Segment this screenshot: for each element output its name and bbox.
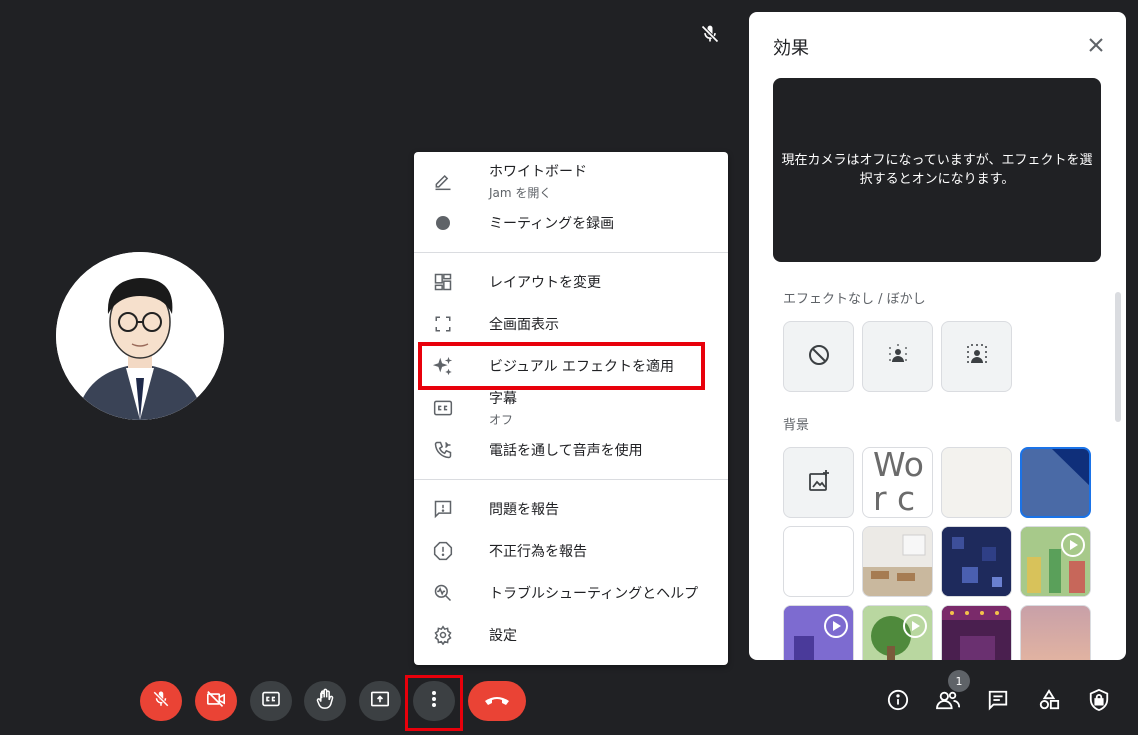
background-tile-video-tree[interactable]: [862, 605, 933, 660]
menu-item-fullscreen[interactable]: 全画面表示: [414, 303, 728, 345]
sparkle-icon: [432, 355, 454, 377]
menu-label: ミーティングを録画: [489, 216, 615, 232]
mic-off-icon: [700, 24, 720, 44]
shield-lock-icon: [1088, 688, 1110, 716]
menu-item-whiteboard[interactable]: ホワイトボード Jam を開く: [414, 160, 728, 202]
menu-item-change-layout[interactable]: レイアウトを変更: [414, 261, 728, 303]
present-icon: [370, 690, 390, 712]
background-tile-video-garden[interactable]: [1020, 526, 1091, 597]
people-icon: [936, 689, 960, 715]
effect-none-tile[interactable]: [783, 321, 854, 392]
menu-sublabel: オフ: [489, 413, 514, 427]
effects-panel: 効果 現在カメラはオフになっていますが、エフェクトを選択するとオンになります。 …: [749, 12, 1126, 660]
fullscreen-icon: [432, 313, 454, 335]
info-icon: [887, 689, 909, 715]
troubleshoot-icon: [432, 582, 454, 604]
menu-divider: [414, 252, 728, 253]
activities-button[interactable]: [1036, 689, 1062, 715]
hand-icon: [315, 688, 335, 714]
add-image-icon: [807, 469, 831, 497]
background-tile-sunset[interactable]: [1020, 605, 1091, 660]
menu-label: ビジュアル エフェクトを適用: [489, 359, 675, 375]
more-vert-icon: [431, 690, 437, 712]
background-tile-white[interactable]: [783, 526, 854, 597]
background-tile-theater[interactable]: [941, 605, 1012, 660]
section-label-background: 背景: [783, 418, 810, 433]
menu-item-record[interactable]: ミーティングを録画: [414, 202, 728, 244]
report-icon: [432, 540, 454, 562]
preview-message: 現在カメラはオフになっていますが、エフェクトを選択するとオンになります。: [781, 153, 1093, 187]
menu-item-report-problem[interactable]: 問題を報告: [414, 488, 728, 530]
background-tile-video-purple[interactable]: [783, 605, 854, 660]
menu-sublabel: Jam を開く: [489, 186, 552, 200]
menu-item-visual-effects[interactable]: ビジュアル エフェクトを適用: [414, 345, 728, 387]
effect-blur-tile[interactable]: [941, 321, 1012, 392]
menu-divider: [414, 479, 728, 480]
participant-avatar: [56, 252, 224, 420]
background-tile-text[interactable]: Wor catio: [862, 447, 933, 518]
menu-label: レイアウトを変更: [489, 275, 601, 291]
camera-preview: 現在カメラはオフになっていますが、エフェクトを選択するとオンになります。: [773, 78, 1101, 262]
feedback-icon: [432, 498, 454, 520]
camera-off-icon: [206, 690, 226, 712]
participants-button[interactable]: [935, 689, 961, 715]
panel-scrollbar[interactable]: [1115, 292, 1121, 422]
pencil-icon: [432, 170, 454, 192]
menu-item-captions[interactable]: 字幕 オフ: [414, 387, 728, 429]
blur-icon: [964, 342, 990, 372]
menu-item-settings[interactable]: 設定: [414, 614, 728, 656]
meeting-info-button[interactable]: [885, 689, 911, 715]
menu-label: 字幕: [489, 391, 517, 407]
camera-toggle-button[interactable]: [195, 681, 237, 721]
leave-call-button[interactable]: [468, 681, 526, 721]
menu-label: ホワイトボード: [489, 164, 587, 180]
menu-label: 全画面表示: [489, 317, 559, 333]
chat-icon: [987, 689, 1009, 715]
captions-icon: [432, 397, 454, 419]
background-tile-caption: Wor catio: [873, 447, 924, 518]
section-label-blur: エフェクトなし / ぼかし: [783, 292, 926, 307]
panel-title: 効果: [773, 38, 809, 59]
more-options-menu: ホワイトボード Jam を開く ミーティングを録画 レイアウトを変更 全画面表示…: [414, 152, 728, 665]
menu-label: 設定: [489, 628, 517, 644]
close-icon[interactable]: [1085, 34, 1107, 56]
more-options-button[interactable]: [413, 681, 455, 721]
raise-hand-button[interactable]: [304, 681, 346, 721]
background-tile-classroom[interactable]: [862, 526, 933, 597]
mic-off-icon: [152, 690, 170, 712]
menu-label: 問題を報告: [489, 502, 559, 518]
host-controls-button[interactable]: [1086, 688, 1112, 716]
shapes-icon: [1038, 689, 1060, 715]
menu-item-troubleshoot[interactable]: トラブルシューティングとヘルプ: [414, 572, 728, 614]
mic-toggle-button[interactable]: [140, 681, 182, 721]
chat-button[interactable]: [985, 689, 1011, 715]
layout-icon: [432, 271, 454, 293]
captions-icon: [261, 691, 281, 711]
effect-slight-blur-tile[interactable]: [862, 321, 933, 392]
phone-icon: [432, 439, 454, 461]
background-tile-blue-selected[interactable]: [1020, 447, 1091, 518]
menu-label: 不正行為を報告: [489, 544, 587, 560]
record-icon: [432, 212, 454, 234]
captions-button[interactable]: [250, 681, 292, 721]
add-background-tile[interactable]: [783, 447, 854, 518]
slight-blur-icon: [885, 342, 911, 372]
menu-label: トラブルシューティングとヘルプ: [489, 586, 699, 602]
present-screen-button[interactable]: [359, 681, 401, 721]
menu-item-phone-audio[interactable]: 電話を通して音声を使用: [414, 429, 728, 471]
hang-up-icon: [484, 692, 510, 711]
gear-icon: [432, 624, 454, 646]
no-effect-icon: [807, 343, 831, 371]
menu-item-report-abuse[interactable]: 不正行為を報告: [414, 530, 728, 572]
background-tile-plain[interactable]: [941, 447, 1012, 518]
background-tile-pixel-night[interactable]: [941, 526, 1012, 597]
participants-count-badge: 1: [948, 670, 970, 692]
menu-label: 電話を通して音声を使用: [489, 443, 643, 459]
